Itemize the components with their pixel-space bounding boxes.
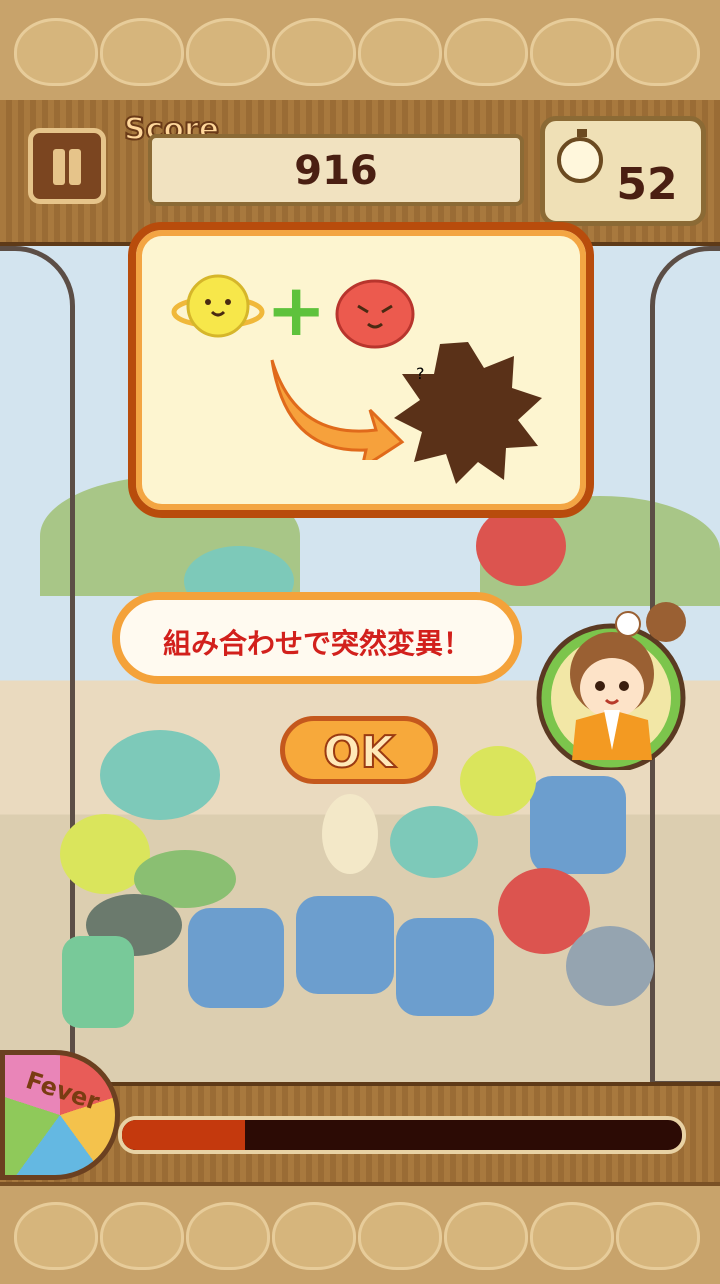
pause-icon	[69, 149, 81, 185]
decor-face-icon	[272, 1202, 356, 1270]
decor-face-icon	[14, 1202, 98, 1270]
decor-face-icon	[100, 18, 184, 86]
arrow-icon	[270, 359, 405, 460]
decor-face-icon	[186, 1202, 270, 1270]
decor-face-icon	[358, 18, 442, 86]
guide-character-avatar	[536, 602, 686, 770]
decor-face-icon	[14, 18, 98, 86]
result-question-mark: ?	[416, 364, 425, 383]
score-box: 916	[148, 134, 524, 206]
ok-button[interactable]: OK	[280, 716, 438, 784]
decor-face-icon	[616, 1202, 700, 1270]
top-decor-band	[0, 0, 720, 104]
decor-face-icon	[358, 1202, 442, 1270]
decor-face-icon	[530, 1202, 614, 1270]
decor-face-icon	[444, 18, 528, 86]
decor-face-icon	[530, 18, 614, 86]
tutorial-dialog: + ?	[128, 222, 594, 518]
decor-face-icon	[186, 18, 270, 86]
hint-speech-bubble: 組み合わせで突然変異！	[112, 592, 522, 684]
decor-face-icon	[100, 1202, 184, 1270]
fever-progress-fill	[122, 1120, 246, 1150]
fever-progress-bar	[118, 1116, 686, 1154]
ok-label: OK	[322, 726, 396, 779]
bottom-decor-band	[0, 1182, 720, 1284]
fever-label: Fever	[22, 1066, 103, 1116]
decor-face-icon	[272, 18, 356, 86]
decor-face-icon	[444, 1202, 528, 1270]
pause-button[interactable]	[28, 128, 106, 204]
timer-value: 52	[616, 159, 678, 210]
score-value: 916	[294, 148, 378, 194]
pause-icon	[53, 149, 65, 185]
yellow-ring-piece-icon	[171, 274, 265, 338]
timer-box: 52	[540, 116, 706, 226]
decor-face-icon	[616, 18, 700, 86]
hint-message: 組み合わせで突然変異！	[162, 627, 471, 660]
